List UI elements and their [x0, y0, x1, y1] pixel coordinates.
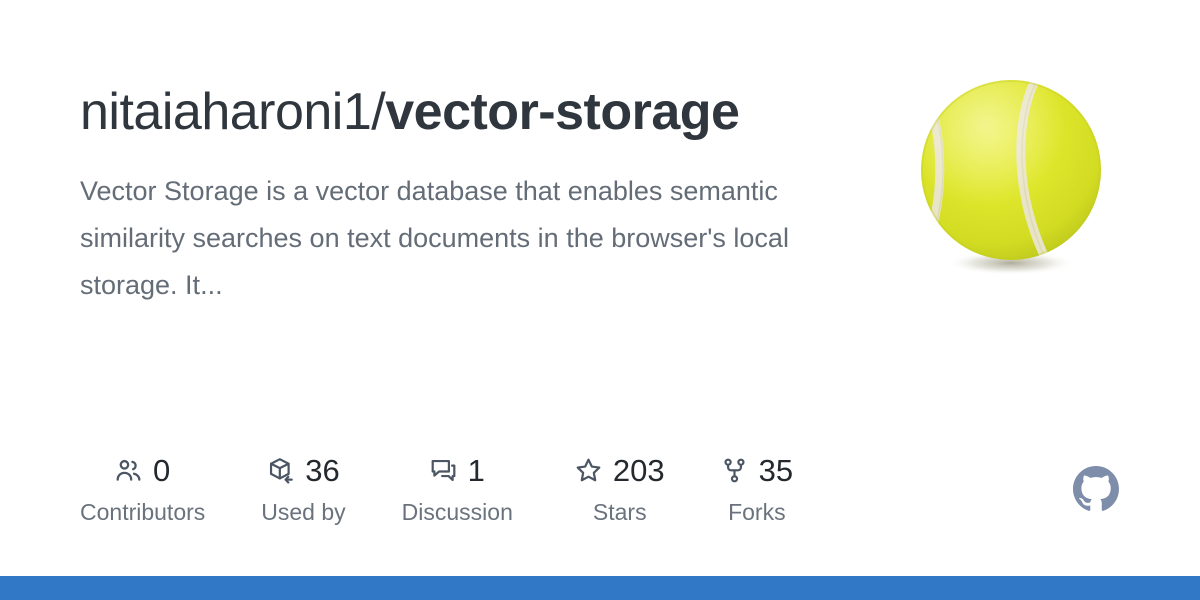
stat-forks-label: Forks — [728, 499, 786, 525]
repository-social-preview-card: nitaiaharoni1/vector-storage Vector Stor… — [0, 0, 1200, 600]
stat-used-by-value: 36 — [305, 452, 340, 488]
stat-discussion[interactable]: 1 Discussion — [402, 452, 513, 524]
stat-forks[interactable]: 35 Forks — [721, 452, 793, 524]
stat-contributors-label: Contributors — [80, 499, 206, 525]
tennis-ball-image — [911, 70, 1111, 280]
people-icon — [115, 457, 142, 484]
repository-name: vector-storage — [385, 83, 740, 141]
repository-description: Vector Storage is a vector database that… — [80, 176, 789, 300]
accent-bar — [0, 576, 1200, 600]
stat-stars[interactable]: 203 Stars — [575, 452, 665, 524]
package-icon — [267, 457, 294, 484]
stat-discussion-value: 1 — [467, 452, 485, 488]
discussion-icon — [430, 457, 457, 484]
stat-stars-value: 203 — [612, 452, 665, 488]
stat-used-by-top: 36 — [267, 452, 340, 488]
stat-contributors-top: 0 — [115, 452, 170, 488]
stat-forks-value: 35 — [758, 452, 794, 488]
stat-forks-top: 35 — [721, 452, 793, 488]
stat-contributors-value: 0 — [153, 452, 171, 488]
repository-owner: nitaiaharoni1 — [80, 83, 372, 141]
title-separator: / — [371, 83, 386, 141]
stat-discussion-label: Discussion — [401, 499, 513, 525]
repository-header: nitaiaharoni1/vector-storage Vector Stor… — [80, 78, 870, 309]
stat-discussion-top: 1 — [430, 452, 485, 488]
github-mark-icon — [1073, 466, 1119, 512]
stat-used-by[interactable]: 36 Used by — [261, 452, 345, 524]
star-icon — [575, 457, 602, 484]
stat-stars-top: 203 — [575, 452, 665, 488]
fork-icon — [721, 457, 748, 484]
stat-used-by-label: Used by — [261, 499, 346, 525]
repository-stats: 0 Contributors 36 Used by 1 Discussion 2… — [80, 452, 1120, 524]
stat-stars-label: Stars — [592, 499, 647, 525]
stat-contributors[interactable]: 0 Contributors — [80, 452, 205, 524]
page-title: nitaiaharoni1/vector-storage — [80, 78, 870, 146]
